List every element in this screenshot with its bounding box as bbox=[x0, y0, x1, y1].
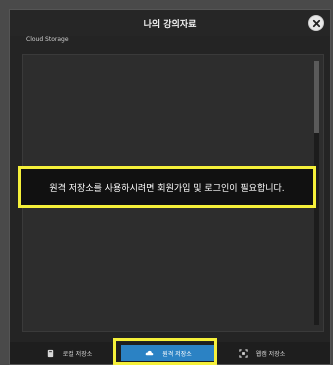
cloud-icon bbox=[145, 350, 154, 355]
dialog-titlebar: 나의 강의자료 bbox=[10, 10, 330, 36]
section-label: Cloud Storage bbox=[26, 36, 69, 43]
storage-tabs: 로컬 저장소 원격 저장소 웹캠 저장소 bbox=[10, 342, 330, 364]
device-icon bbox=[47, 349, 53, 357]
tab-remote-storage[interactable]: 원격 저장소 bbox=[121, 345, 216, 361]
tab-remote-label: 원격 저장소 bbox=[162, 350, 192, 358]
close-icon bbox=[312, 19, 320, 27]
tab-webcam-storage[interactable]: 웹캠 저장소 bbox=[222, 345, 302, 361]
dialog-title: 나의 강의자료 bbox=[143, 20, 197, 30]
tab-webcam-label: 웹캠 저장소 bbox=[255, 350, 286, 358]
scan-icon bbox=[239, 348, 248, 358]
notice-text: 원격 저장소를 사용하시려면 회원가입 및 로그인이 필요합니다. bbox=[49, 183, 285, 194]
login-required-notice: 원격 저장소를 사용하시려면 회원가입 및 로그인이 필요합니다. bbox=[18, 166, 316, 208]
tab-local-label: 로컬 저장소 bbox=[62, 350, 93, 358]
tab-local-storage[interactable]: 로컬 저장소 bbox=[34, 345, 104, 361]
scroll-thumb[interactable] bbox=[314, 61, 319, 133]
close-button[interactable] bbox=[308, 15, 324, 31]
